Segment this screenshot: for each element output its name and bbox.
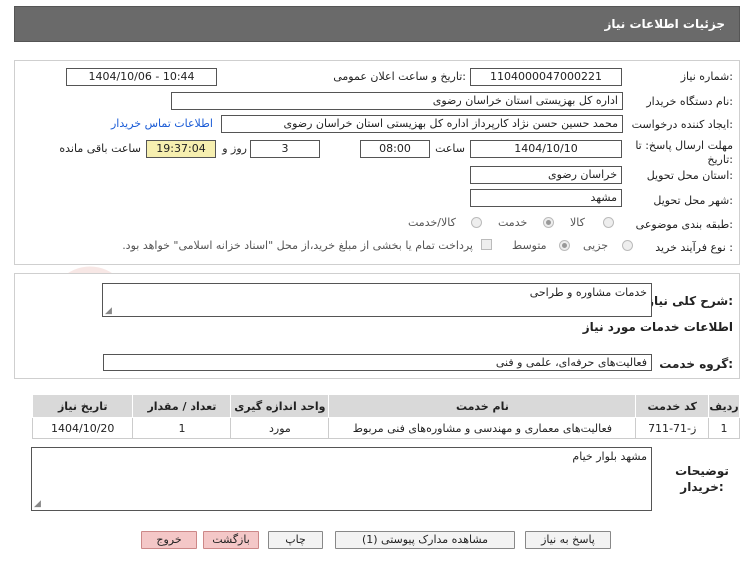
purchase-option-minor: جزیی [583, 239, 609, 252]
payment-note: پرداخت تمام یا بخشی از مبلغ خرید،از محل … [122, 239, 473, 252]
col-name-header: نام خدمت [328, 394, 637, 418]
city-label: شهر محل تحویل: [653, 194, 733, 207]
cell-unit: مورد [230, 417, 330, 439]
days-label: روز و [222, 142, 247, 155]
remaining-label: ساعت باقی مانده [59, 142, 141, 155]
province-label: استان محل تحویل: [646, 169, 733, 182]
deadline-label: مهلت ارسال پاسخ: تا تاریخ: [635, 139, 733, 166]
announce-date-field[interactable]: 1404/10/06 - 10:44 [66, 68, 217, 86]
page-title: جزئیات اطلاعات نیاز [604, 17, 725, 31]
table-row[interactable]: 1 ز-71-711 فعالیت‌های معماری و مهندسی و … [31, 417, 740, 439]
province-field[interactable]: خراسان رضوی [470, 166, 622, 184]
purchase-radio-minor[interactable] [622, 240, 633, 251]
services-table: ردیف کد خدمت نام خدمت واحد اندازه گیری ت… [31, 394, 740, 439]
deadline-time-field[interactable]: 08:00 [360, 140, 430, 158]
category-label: طبقه بندی موضوعی: [635, 218, 733, 231]
category-radio-service[interactable] [543, 217, 554, 228]
notes-resize-handle[interactable]: ◢ [34, 499, 41, 509]
creator-label: ایجاد کننده درخواست: [631, 118, 733, 131]
cell-date: 1404/10/20 [31, 417, 134, 439]
need-number-label: شماره نیاز: [680, 70, 733, 83]
print-button[interactable]: چاپ [268, 531, 323, 549]
buyer-notes-field[interactable]: مشهد بلوار خیام [31, 447, 652, 511]
service-group-label: گروه خدمت: [659, 357, 733, 371]
category-option-goods: کالا [570, 216, 585, 229]
need-number-field[interactable]: 1104000047000221 [470, 68, 622, 86]
reply-button[interactable]: پاسخ به نیاز [525, 531, 611, 549]
announce-date-label: تاریخ و ساعت اعلان عمومی: [333, 70, 466, 83]
deadline-date-field[interactable]: 1404/10/10 [470, 140, 622, 158]
creator-field[interactable]: محمد حسین حسن نژاد کارپرداز اداره کل بهز… [221, 115, 623, 133]
category-option-goods-service: کالا/خدمت [408, 216, 456, 229]
city-field[interactable]: مشهد [470, 189, 622, 207]
col-row-header: ردیف [708, 394, 740, 418]
col-code-header: کد خدمت [635, 394, 710, 418]
back-button[interactable]: بازگشت [203, 531, 259, 549]
category-option-service: خدمت [498, 216, 528, 229]
purchase-radio-medium[interactable] [559, 240, 570, 251]
purchase-type-label: نوع فرآیند خرید : [655, 241, 733, 254]
summary-field[interactable]: خدمات مشاوره و طراحی [102, 283, 652, 317]
time-label: ساعت [435, 142, 465, 155]
buyer-org-label: نام دستگاه خریدار: [646, 95, 733, 108]
summary-label: شرح کلی نیاز: [647, 294, 733, 308]
cell-name: فعالیت‌های معماری و مهندسی و مشاوره‌های … [328, 417, 637, 439]
exit-button[interactable]: خروج [141, 531, 197, 549]
attachments-button[interactable]: مشاهده مدارک پیوستی (1) [335, 531, 515, 549]
buyer-org-field[interactable]: اداره کل بهزیستی استان خراسان رضوی [171, 92, 623, 110]
service-group-field[interactable]: فعالیت‌های حرفه‌ای، علمی و فنی [103, 354, 652, 371]
col-date-header: تاریخ نیاز [31, 394, 134, 418]
title-bar: جزئیات اطلاعات نیاز [14, 6, 740, 42]
col-unit-header: واحد اندازه گیری [230, 394, 330, 418]
buyer-notes-label: توضیحات خریدار: [675, 464, 729, 494]
buyer-contact-link[interactable]: اطلاعات تماس خریدار [111, 117, 213, 130]
cell-row: 1 [708, 417, 740, 439]
services-heading: اطلاعات خدمات مورد نیاز [582, 320, 733, 334]
days-field[interactable]: 3 [250, 140, 320, 158]
cell-code: ز-71-711 [635, 417, 710, 439]
cell-qty: 1 [132, 417, 232, 439]
category-radio-goods-service[interactable] [471, 217, 482, 228]
summary-resize-handle[interactable]: ◢ [105, 306, 112, 316]
remaining-time-field: 19:37:04 [146, 140, 216, 158]
col-qty-header: تعداد / مقدار [132, 394, 232, 418]
treasury-checkbox[interactable] [481, 239, 492, 250]
category-radio-goods[interactable] [603, 217, 614, 228]
table-header-row: ردیف کد خدمت نام خدمت واحد اندازه گیری ت… [31, 394, 740, 418]
purchase-option-medium: متوسط [512, 239, 547, 252]
